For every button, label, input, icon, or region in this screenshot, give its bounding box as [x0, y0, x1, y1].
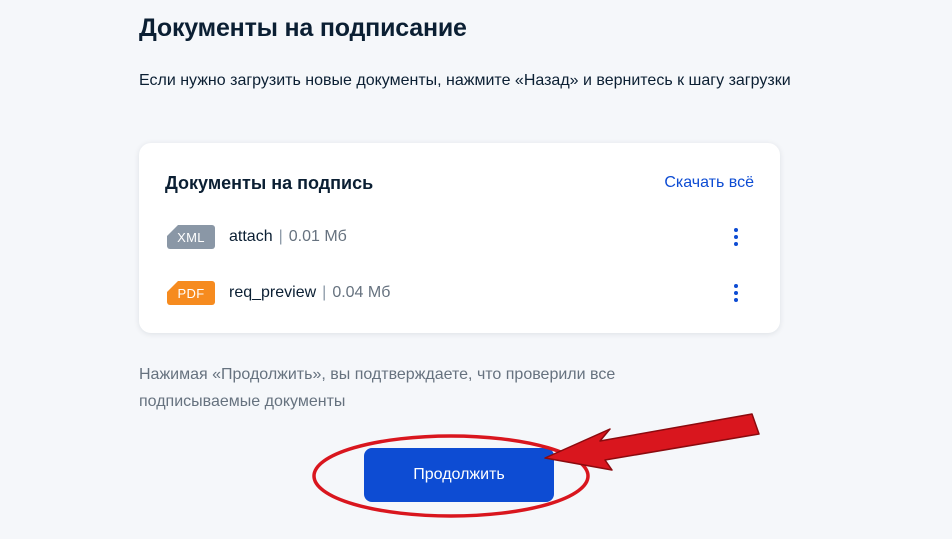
file-separator: |	[322, 284, 327, 301]
file-name: req_preview	[229, 284, 317, 301]
documents-card: Документы на подпись Скачать всё XML att…	[139, 143, 780, 333]
file-separator: |	[278, 228, 283, 245]
pdf-file-icon: PDF	[167, 281, 215, 305]
page-title: Документы на подписание	[139, 14, 467, 42]
kebab-icon[interactable]	[728, 282, 744, 304]
file-row-attach: XML attach | 0.01 Мб	[165, 222, 754, 252]
file-link-attach[interactable]: attach | 0.01 Мб	[229, 228, 347, 246]
file-link-req-preview[interactable]: req_preview | 0.04 Мб	[229, 284, 390, 302]
intro-text: Если нужно загрузить новые документы, на…	[139, 72, 791, 89]
continue-button[interactable]: Продолжить	[364, 448, 554, 502]
xml-file-icon: XML	[167, 225, 215, 249]
file-size: 0.01 Мб	[288, 228, 347, 245]
download-all-link[interactable]: Скачать всё	[664, 174, 754, 192]
file-name: attach	[229, 228, 273, 245]
kebab-icon[interactable]	[728, 226, 744, 248]
file-row-req-preview: PDF req_preview | 0.04 Мб	[165, 278, 754, 308]
file-size: 0.04 Мб	[332, 284, 391, 301]
card-title: Документы на подпись	[165, 173, 374, 193]
confirm-note: Нажимая «Продолжить», вы подтверждаете, …	[139, 366, 616, 410]
pointer-arrow	[544, 413, 760, 471]
